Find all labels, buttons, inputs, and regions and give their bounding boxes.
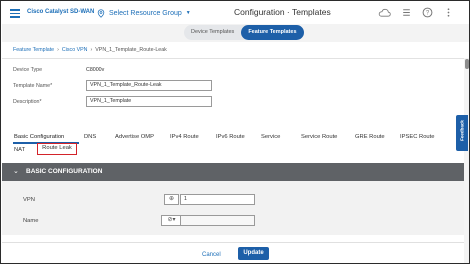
more-options-icon[interactable] [443, 7, 454, 18]
device-type-label: Device Type [13, 67, 43, 73]
cancel-button[interactable]: Cancel [202, 252, 221, 258]
tab-service-route[interactable]: Service Route [301, 134, 337, 140]
tab-device-templates[interactable]: Device Templates [184, 25, 241, 40]
tab-basic-configuration[interactable]: Basic Configuration [14, 134, 64, 140]
update-button[interactable]: Update [238, 247, 269, 260]
template-name-field[interactable]: VPN_1_Template_Route-Leak [86, 80, 212, 91]
vpn-label: VPN [23, 197, 35, 203]
breadcrumb-current: VPN_1_Template_Route-Leak [95, 47, 167, 53]
app-window: Cisco Catalyst SD-WAN Select Resource Gr… [0, 0, 470, 264]
breadcrumb-separator-icon: › [57, 47, 59, 53]
tab-service[interactable]: Service [261, 134, 280, 140]
name-field[interactable] [180, 215, 255, 226]
breadcrumb-feature-template[interactable]: Feature Template [13, 47, 54, 53]
page-title: Configuration · Templates [234, 7, 331, 17]
caret-down-icon: ▼ [185, 10, 191, 16]
resource-group-label: Select Resource Group [109, 9, 182, 17]
brand-title: Cisco Catalyst SD-WAN [27, 9, 95, 15]
tab-feature-templates[interactable]: Feature Templates [241, 25, 304, 40]
tab-route-leak[interactable]: Route Leak [37, 143, 77, 155]
scrollbar-thumb[interactable] [465, 59, 469, 69]
tab-ipv4-route[interactable]: IPv4 Route [170, 134, 199, 140]
top-icons: ? [378, 7, 454, 18]
tab-gre-route[interactable]: GRE Route [355, 134, 385, 140]
divider [2, 58, 464, 59]
resource-group-selector[interactable]: Select Resource Group ▼ [97, 6, 191, 20]
tab-ipsec-route[interactable]: IPSEC Route [400, 134, 434, 140]
basic-configuration-header[interactable]: ⌄ BASIC CONFIGURATION [2, 163, 464, 181]
basic-configuration-body: VPN ⊕ 1 Name ⊘▾ [2, 181, 464, 235]
feedback-label: Feedback [459, 120, 465, 141]
section-title: BASIC CONFIGURATION [26, 168, 103, 175]
template-name-label: Template Name* [13, 83, 53, 89]
top-bar: Cisco Catalyst SD-WAN Select Resource Gr… [2, 2, 469, 24]
vpn-field[interactable]: 1 [180, 194, 255, 205]
description-label: Description* [13, 99, 42, 105]
scrollbar-track[interactable] [464, 58, 469, 263]
chevron-down-icon: ⌄ [13, 168, 19, 175]
template-tabs-row: Device Templates Feature Templates [2, 24, 469, 42]
tab-advertise-omp[interactable]: Advertise OMP [115, 134, 154, 140]
name-label: Name [23, 218, 39, 224]
tab-dns[interactable]: DNS [84, 134, 96, 140]
global-scope-icon[interactable]: ⊕ [164, 194, 179, 205]
list-menu-icon[interactable] [401, 7, 412, 18]
breadcrumb-cisco-vpn[interactable]: Cisco VPN [62, 47, 88, 53]
tab-nat[interactable]: NAT [14, 147, 25, 153]
location-pin-icon [97, 8, 105, 18]
device-type-value: C8000v [86, 67, 105, 73]
breadcrumb: Feature Template › Cisco VPN › VPN_1_Templat… [13, 47, 167, 53]
scope-dropdown[interactable]: ⊘▾ [161, 215, 182, 226]
breadcrumb-separator-icon: › [90, 47, 93, 53]
tab-ipv6-route[interactable]: IPv6 Route [216, 134, 245, 140]
menu-icon[interactable] [10, 9, 20, 18]
footer-bar: Cancel Update [2, 242, 464, 263]
help-icon[interactable]: ? [422, 7, 433, 18]
description-field[interactable]: VPN_1_Template [86, 96, 212, 107]
svg-text:?: ? [426, 11, 430, 17]
feedback-tab[interactable]: Feedback [456, 115, 468, 151]
template-tabs: Device Templates Feature Templates [184, 25, 304, 40]
cloud-icon[interactable] [378, 7, 391, 18]
